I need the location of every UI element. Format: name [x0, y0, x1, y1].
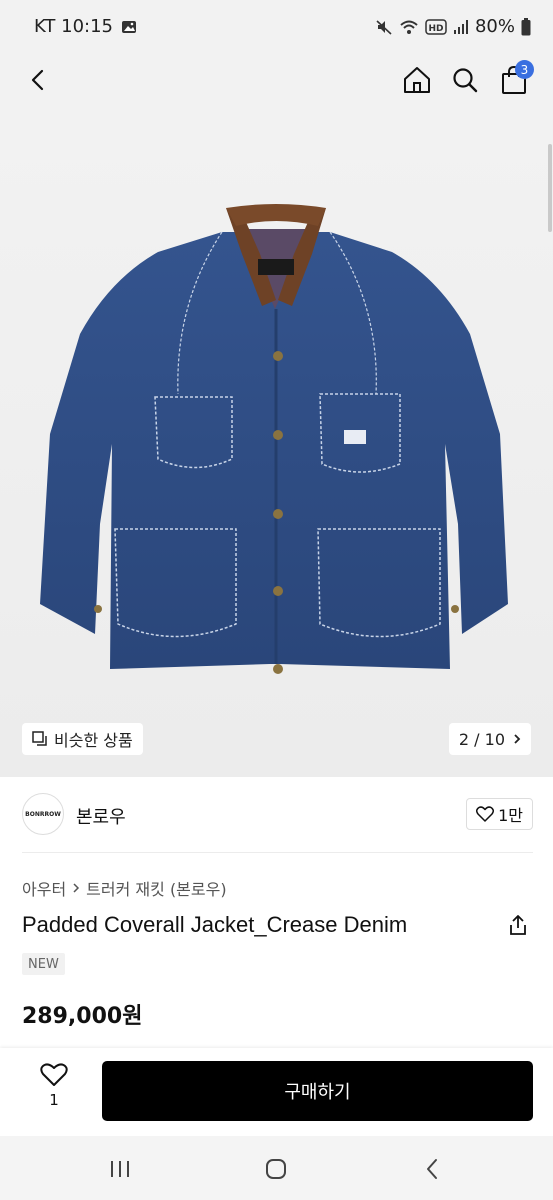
system-navigation-bar	[0, 1136, 553, 1200]
breadcrumb: 아우터 트러커 재킷 (본로우)	[22, 876, 227, 900]
brand-row[interactable]: BONRROW 본로우 1만	[0, 777, 553, 853]
heart-icon	[476, 806, 495, 822]
search-button[interactable]	[445, 60, 485, 100]
hd-icon: HD	[425, 18, 447, 35]
home-icon	[404, 67, 430, 93]
back-key[interactable]	[417, 1154, 447, 1184]
purchase-action-bar: 1 구매하기	[0, 1048, 553, 1136]
gallery-notification-icon	[122, 20, 136, 33]
product-price: 289,000원	[22, 1004, 143, 1029]
back-button[interactable]	[18, 60, 58, 100]
share-icon	[510, 915, 526, 935]
recent-apps-icon	[111, 1161, 129, 1177]
brand-like-button[interactable]: 1만	[466, 798, 533, 830]
chevron-right-icon	[514, 734, 521, 744]
chevron-right-icon	[73, 883, 80, 893]
recent-apps-button[interactable]	[105, 1154, 135, 1184]
similar-products-button[interactable]: 비슷한 상품	[22, 723, 143, 755]
divider	[22, 852, 533, 853]
breadcrumb-category[interactable]: 아우터	[22, 876, 66, 900]
brand-like-count: 1만	[498, 806, 523, 825]
breadcrumb-subcategory[interactable]: 트러커 재킷 (본로우)	[86, 876, 226, 900]
product-image-gallery[interactable]: 비슷한 상품 2 / 10	[0, 104, 553, 777]
cart-count-badge: 3	[515, 60, 534, 79]
status-right: HD 80%	[375, 16, 531, 37]
home-key-icon	[266, 1159, 286, 1179]
copy-icon	[32, 731, 47, 746]
scroll-indicator[interactable]	[548, 144, 552, 232]
search-icon	[453, 68, 478, 93]
brand-name[interactable]: 본로우	[76, 803, 126, 829]
page-indicator-text: 2 / 10	[458, 729, 505, 749]
mute-icon	[376, 19, 392, 35]
battery-percent: 80%	[474, 16, 515, 37]
similar-products-label: 비슷한 상품	[54, 731, 133, 750]
wifi-icon	[400, 20, 418, 34]
product-title: Padded Coverall Jacket_Crease Denim	[22, 912, 408, 937]
home-key[interactable]	[261, 1154, 291, 1184]
buy-button[interactable]: 구매하기	[102, 1061, 533, 1121]
status-bar: KT 10:15 HD 80%	[0, 0, 553, 56]
chevron-left-icon	[31, 69, 44, 91]
share-button[interactable]	[507, 914, 531, 938]
brand-logo[interactable]: BONRROW	[22, 793, 64, 835]
heart-icon	[40, 1063, 68, 1086]
wishlist-button[interactable]: 1	[34, 1063, 74, 1119]
cart-button[interactable]: 3	[494, 60, 534, 100]
product-image	[40, 204, 508, 674]
top-nav: 3	[0, 56, 553, 104]
new-badge: NEW	[22, 953, 65, 975]
status-left: KT 10:15	[34, 16, 137, 37]
signal-icon	[453, 19, 468, 34]
battery-icon	[521, 17, 531, 35]
back-key-icon	[427, 1159, 437, 1179]
carrier-time: KT 10:15	[34, 16, 113, 37]
svg-text:HD: HD	[428, 24, 443, 34]
home-button[interactable]	[397, 60, 437, 100]
wishlist-count: 1	[49, 1091, 59, 1109]
image-page-indicator[interactable]: 2 / 10	[448, 723, 531, 755]
